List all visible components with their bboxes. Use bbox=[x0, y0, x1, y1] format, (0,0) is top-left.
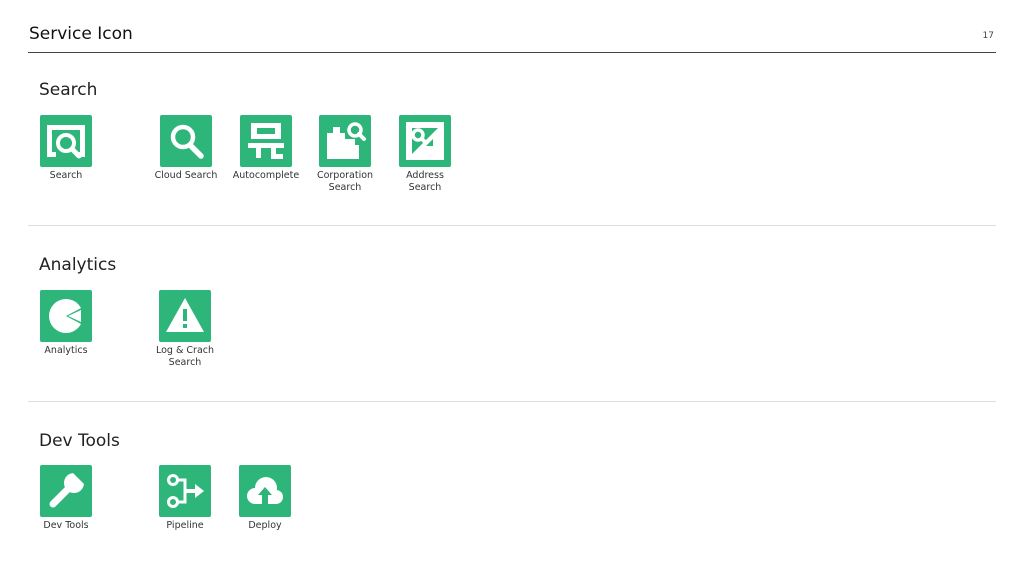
tile-label: Address Search bbox=[406, 170, 444, 193]
section-divider bbox=[28, 225, 996, 226]
service-tile-pipeline[interactable]: Pipeline bbox=[145, 465, 225, 532]
pie-chart-icon bbox=[40, 290, 92, 342]
address-search-icon bbox=[399, 115, 451, 167]
magnifier-icon bbox=[160, 115, 212, 167]
pipeline-icon bbox=[159, 465, 211, 517]
service-tile-cloud-search[interactable]: Cloud Search bbox=[146, 115, 226, 182]
page-title: Service Icon bbox=[29, 24, 133, 44]
tile-label: Pipeline bbox=[166, 520, 204, 531]
tile-label: Dev Tools bbox=[43, 520, 89, 531]
wrench-icon bbox=[40, 465, 92, 517]
section-divider bbox=[28, 401, 996, 402]
service-tile-deploy[interactable]: Deploy bbox=[225, 465, 305, 532]
service-tile-autocomplete[interactable]: Autocomplete bbox=[226, 115, 306, 182]
section-title-search: Search bbox=[39, 80, 98, 100]
search-window-icon bbox=[40, 115, 92, 167]
section-title-dev-tools: Dev Tools bbox=[39, 431, 120, 451]
service-tile-search[interactable]: Search bbox=[26, 115, 106, 182]
warning-icon bbox=[159, 290, 211, 342]
tile-label: Analytics bbox=[44, 345, 88, 356]
section-title-analytics: Analytics bbox=[39, 255, 117, 275]
service-tile-address-search[interactable]: Address Search bbox=[385, 115, 465, 193]
autocomplete-icon bbox=[240, 115, 292, 167]
tile-label: Cloud Search bbox=[154, 170, 218, 181]
service-tile-dev-tools[interactable]: Dev Tools bbox=[26, 465, 106, 532]
service-tile-analytics[interactable]: Analytics bbox=[26, 290, 106, 357]
slide-header: Service Icon 17 bbox=[28, 0, 996, 53]
tile-label: Deploy bbox=[248, 520, 282, 531]
tile-label: Autocomplete bbox=[232, 170, 300, 181]
service-tile-corporation-search[interactable]: Corporation Search bbox=[305, 115, 385, 193]
tile-label: Log & Crach Search bbox=[155, 345, 215, 368]
page-number: 17 bbox=[982, 31, 994, 41]
corporation-search-icon bbox=[319, 115, 371, 167]
tile-label: Corporation Search bbox=[316, 170, 374, 193]
cloud-upload-icon bbox=[239, 465, 291, 517]
tile-label: Search bbox=[49, 170, 83, 181]
service-tile-log-crash-search[interactable]: Log & Crach Search bbox=[145, 290, 225, 368]
